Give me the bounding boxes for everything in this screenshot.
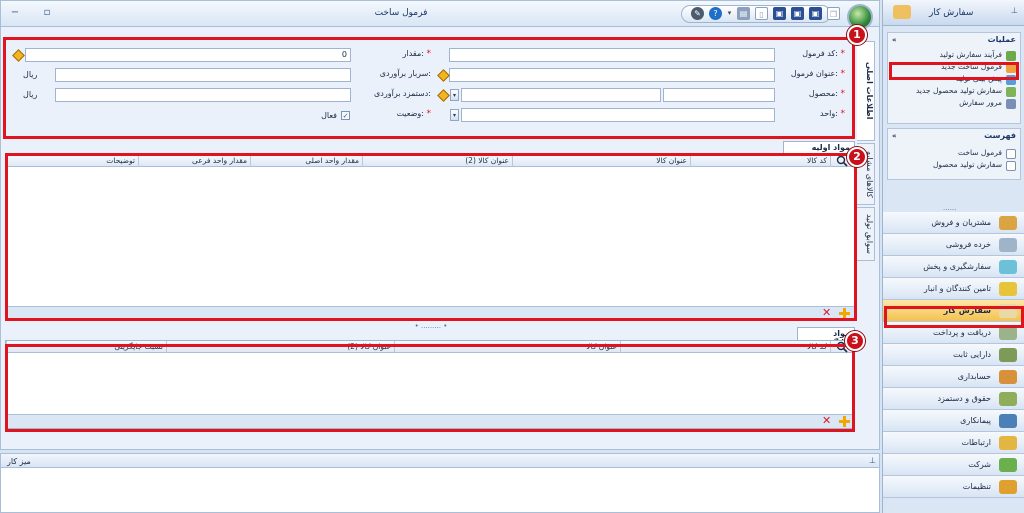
nav-link-production-order-process[interactable]: فرآیند سفارش تولید bbox=[888, 50, 1020, 62]
tab-main-info[interactable]: اطلاعات اصلی bbox=[857, 41, 875, 141]
new-order-icon bbox=[1006, 87, 1016, 97]
tab-production-history[interactable]: سوابق تولید bbox=[857, 207, 875, 261]
operations-title[interactable]: «عملیات bbox=[888, 33, 1020, 46]
pin-icon[interactable]: ⊥ bbox=[1011, 6, 1018, 15]
save-icon[interactable]: ▣ bbox=[809, 7, 822, 20]
distribution-icon bbox=[999, 260, 1017, 274]
dropdown-arrow-icon[interactable]: ▾ bbox=[723, 7, 736, 20]
nav-link-new-product-order[interactable]: سفارش تولید محصول جدید bbox=[888, 86, 1020, 98]
accounting-icon bbox=[999, 370, 1017, 384]
desk-header: ⊥ میز کار bbox=[1, 454, 879, 468]
highlight-box-substitutes bbox=[5, 344, 855, 432]
nav-link-order-review[interactable]: مرور سفارش bbox=[888, 98, 1020, 110]
highlight-box-form bbox=[3, 37, 855, 139]
module-fixed-assets[interactable]: دارایی ثابت bbox=[883, 344, 1024, 366]
annotation-badge-1: 1 bbox=[847, 25, 867, 45]
desk-title: میز کار bbox=[7, 457, 31, 466]
retail-icon bbox=[999, 238, 1017, 252]
process-icon bbox=[1006, 51, 1016, 61]
window-title: فرمول ساخت bbox=[374, 8, 428, 18]
save-close-icon[interactable]: ▣ bbox=[791, 7, 804, 20]
formula-window: − ▫ فرمول ساخت ✎ ? ▾ ▤ ▯ ▣ ▣ ▣ ❐ اطلاعات… bbox=[0, 0, 880, 450]
annotation-badge-3: 3 bbox=[845, 331, 865, 351]
desk-panel: ⊥ میز کار bbox=[0, 453, 880, 513]
pin-icon[interactable]: ⊥ bbox=[869, 456, 876, 465]
lists-group: «فهرست فرمول ساخت سفارش تولید محصول bbox=[887, 128, 1021, 180]
module-accounting[interactable]: حسابداری bbox=[883, 366, 1024, 388]
company-icon bbox=[999, 458, 1017, 472]
work-order-icon bbox=[893, 5, 911, 19]
collapse-icon[interactable]: « bbox=[892, 34, 897, 47]
list-icon bbox=[1006, 149, 1016, 159]
payments-icon bbox=[999, 326, 1017, 340]
nav-header: ⊥ سفارش کار bbox=[883, 0, 1024, 26]
module-list: مشتریان و فروش خرده فروشی سفارشگیری و پخ… bbox=[883, 212, 1024, 513]
nav-link-formula-list[interactable]: فرمول ساخت bbox=[888, 148, 1020, 160]
lists-title[interactable]: «فهرست bbox=[888, 129, 1020, 142]
annotation-badge-2: 2 bbox=[847, 147, 867, 167]
module-suppliers-warehouse[interactable]: تامین کنندگان و انبار bbox=[883, 278, 1024, 300]
contracting-icon bbox=[999, 414, 1017, 428]
highlight-box-new-formula bbox=[889, 62, 1019, 80]
module-order-distribution[interactable]: سفارشگیری و پخش bbox=[883, 256, 1024, 278]
nav-title: سفارش کار bbox=[929, 8, 974, 18]
new-document-icon[interactable]: ▯ bbox=[755, 7, 768, 20]
assets-icon bbox=[999, 348, 1017, 362]
highlight-box-raw-materials bbox=[5, 153, 857, 321]
copy-icon[interactable]: ❐ bbox=[827, 7, 840, 20]
highlight-box-work-order-module bbox=[884, 306, 1024, 328]
collapse-icon[interactable]: « bbox=[892, 130, 897, 143]
module-retail[interactable]: خرده فروشی bbox=[883, 234, 1024, 256]
module-communications[interactable]: ارتباطات bbox=[883, 432, 1024, 454]
settings-icon bbox=[999, 480, 1017, 494]
print-icon[interactable]: ▤ bbox=[737, 7, 750, 20]
minimize-button[interactable]: − bbox=[9, 7, 21, 19]
module-contracting[interactable]: پیمانکاری bbox=[883, 410, 1024, 432]
tools-icon[interactable]: ✎ bbox=[691, 7, 704, 20]
communications-icon bbox=[999, 436, 1017, 450]
module-settings[interactable]: تنظیمات bbox=[883, 476, 1024, 498]
save-new-icon[interactable]: ▣ bbox=[773, 7, 786, 20]
navigation-pane: ⊥ سفارش کار «عملیات فرآیند سفارش تولید ف… bbox=[882, 0, 1024, 513]
restore-button[interactable]: ▫ bbox=[41, 7, 53, 19]
module-payroll[interactable]: حقوق و دستمزد bbox=[883, 388, 1024, 410]
review-icon bbox=[1006, 99, 1016, 109]
customers-icon bbox=[999, 216, 1017, 230]
nav-splitter-grip[interactable]: ...... bbox=[943, 204, 956, 212]
module-company[interactable]: شرکت bbox=[883, 454, 1024, 476]
list-icon bbox=[1006, 161, 1016, 171]
payroll-icon bbox=[999, 392, 1017, 406]
nav-link-product-order-list[interactable]: سفارش تولید محصول bbox=[888, 160, 1020, 172]
warehouse-icon bbox=[999, 282, 1017, 296]
title-bar: − ▫ فرمول ساخت ✎ ? ▾ ▤ ▯ ▣ ▣ ▣ ❐ bbox=[1, 1, 879, 30]
module-customers-sales[interactable]: مشتریان و فروش bbox=[883, 212, 1024, 234]
help-icon[interactable]: ? bbox=[709, 7, 722, 20]
